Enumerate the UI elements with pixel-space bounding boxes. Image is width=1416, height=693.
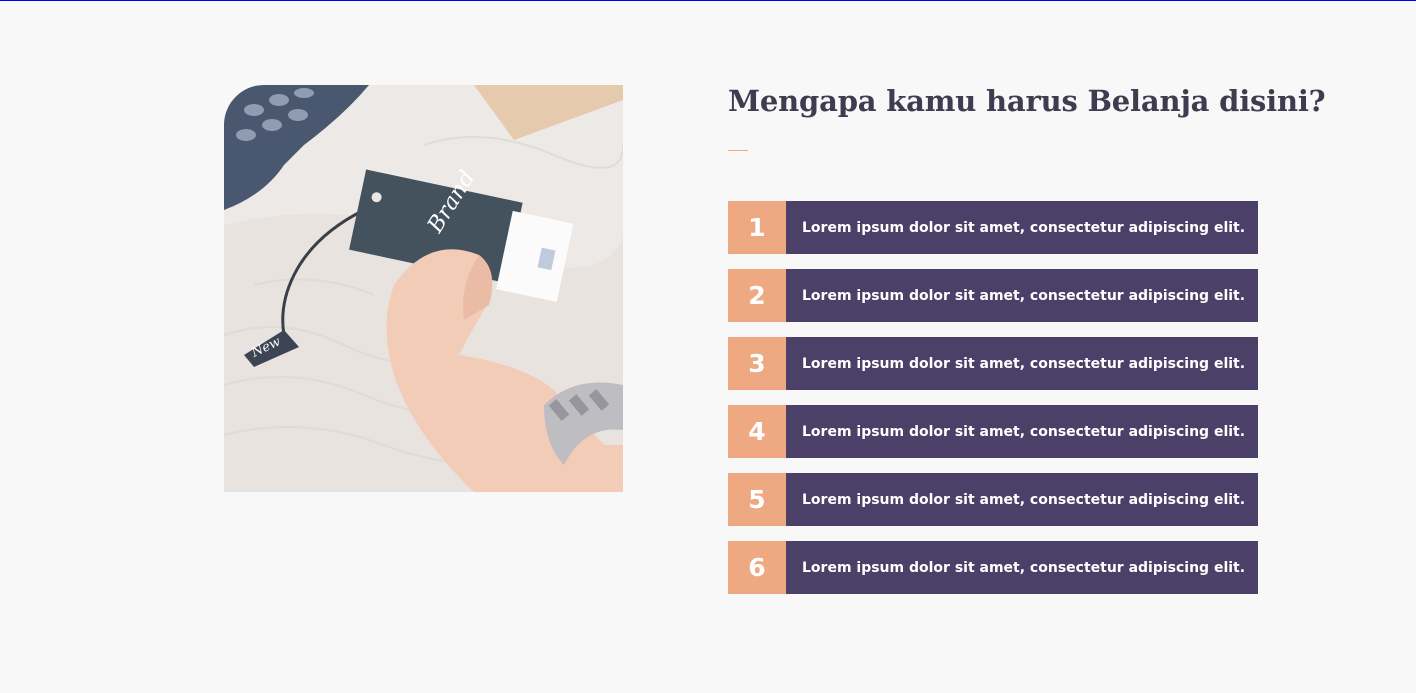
shopping-tag-photo: New Brand (224, 85, 623, 492)
section-title: Mengapa kamu harus Belanja disini? (728, 84, 1326, 118)
item-text: Lorem ipsum dolor sit amet, consectetur … (786, 473, 1258, 526)
list-item: 2 Lorem ipsum dolor sit amet, consectetu… (728, 269, 1258, 322)
top-border-line (0, 0, 1416, 1)
item-number: 6 (728, 541, 786, 594)
reasons-list: 1 Lorem ipsum dolor sit amet, consectetu… (728, 201, 1258, 609)
list-item: 5 Lorem ipsum dolor sit amet, consectetu… (728, 473, 1258, 526)
item-text: Lorem ipsum dolor sit amet, consectetur … (786, 269, 1258, 322)
item-number: 5 (728, 473, 786, 526)
list-item: 1 Lorem ipsum dolor sit amet, consectetu… (728, 201, 1258, 254)
list-item: 6 Lorem ipsum dolor sit amet, consectetu… (728, 541, 1258, 594)
item-number: 4 (728, 405, 786, 458)
item-number: 2 (728, 269, 786, 322)
item-text: Lorem ipsum dolor sit amet, consectetur … (786, 541, 1258, 594)
item-text: Lorem ipsum dolor sit amet, consectetur … (786, 337, 1258, 390)
item-number: 3 (728, 337, 786, 390)
title-divider (728, 150, 748, 151)
list-item: 3 Lorem ipsum dolor sit amet, consectetu… (728, 337, 1258, 390)
item-text: Lorem ipsum dolor sit amet, consectetur … (786, 201, 1258, 254)
item-number: 1 (728, 201, 786, 254)
list-item: 4 Lorem ipsum dolor sit amet, consectetu… (728, 405, 1258, 458)
item-text: Lorem ipsum dolor sit amet, consectetur … (786, 405, 1258, 458)
